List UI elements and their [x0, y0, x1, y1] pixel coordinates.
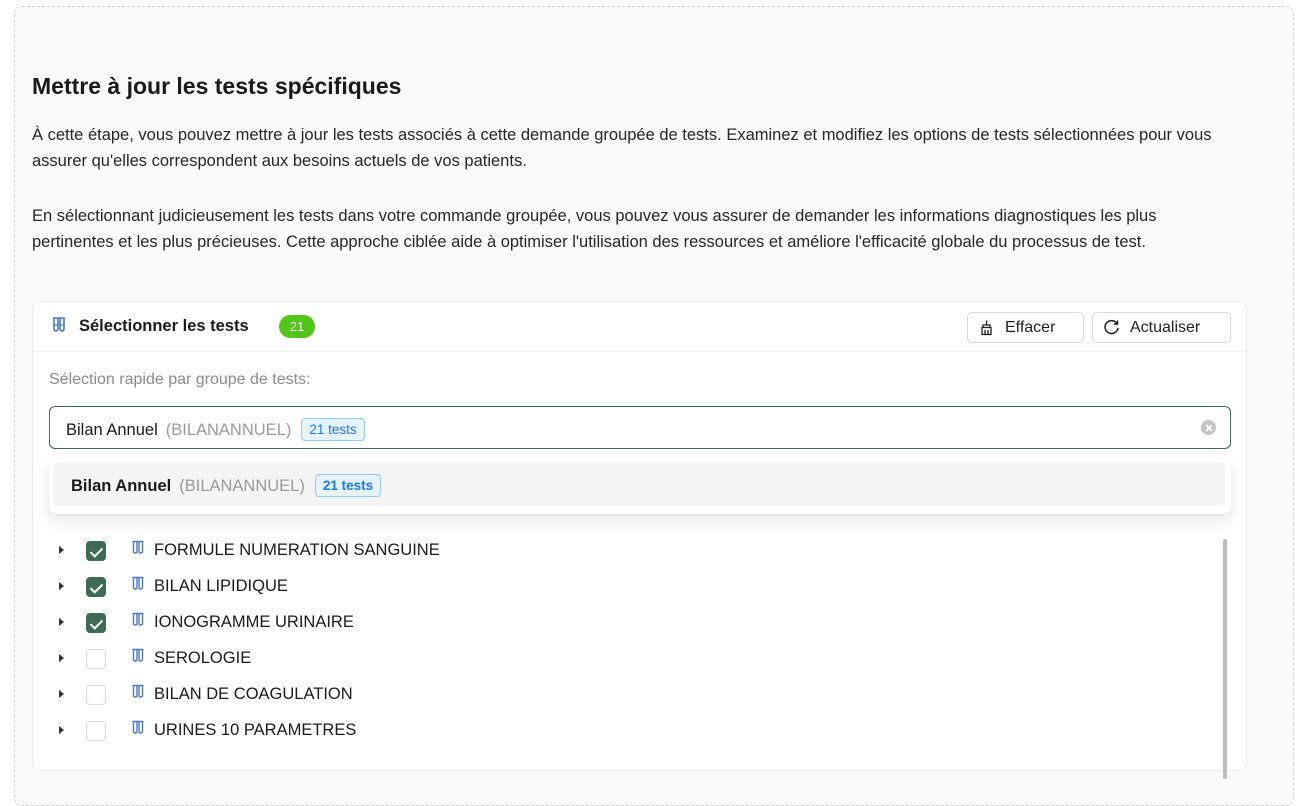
test-tubes-icon: [53, 317, 65, 332]
tree-row-label: BILAN DE COAGULATION: [154, 685, 353, 703]
tree-row[interactable]: SEROLOGIE: [33, 641, 1133, 677]
tree-checkbox[interactable]: [86, 649, 106, 669]
intro-paragraph-2: En sélectionnant judicieusement les test…: [32, 207, 1157, 251]
refresh-button-label: Actualiser: [1130, 319, 1201, 336]
clear-selection-icon[interactable]: [1201, 420, 1216, 435]
tree-checkbox[interactable]: [86, 721, 106, 741]
test-tubes-icon: [132, 612, 144, 626]
refresh-button[interactable]: Actualiser: [1092, 312, 1231, 343]
dropdown-option-tag: 21 tests: [314, 474, 382, 497]
test-tubes-icon: [132, 576, 144, 590]
selected-value: Bilan Annuel (BILANANNUEL) 21 tests: [66, 418, 365, 441]
expand-caret-icon[interactable]: [59, 582, 64, 590]
expand-caret-icon[interactable]: [59, 690, 64, 698]
dropdown-option-code: (BILANANNUEL): [179, 477, 305, 495]
selected-value-code: (BILANANNUEL): [165, 421, 292, 439]
dropdown-option[interactable]: Bilan Annuel (BILANANNUEL) 21 tests: [53, 462, 1225, 506]
tree-checkbox[interactable]: [86, 685, 106, 705]
reload-icon: [1104, 319, 1119, 335]
tree-row[interactable]: FORMULE NUMERATION SANGUINE: [33, 533, 1133, 569]
dropdown-option-name: Bilan Annuel: [71, 477, 172, 495]
tree-row[interactable]: IONOGRAMME URINAIRE: [33, 605, 1133, 641]
test-tubes-icon: [132, 648, 144, 662]
tree-scrollbar[interactable]: [1223, 539, 1227, 779]
tree-checkbox[interactable]: [86, 577, 106, 597]
clear-button[interactable]: Effacer: [967, 312, 1084, 343]
test-group-select[interactable]: Bilan Annuel (BILANANNUEL) 21 tests: [49, 406, 1231, 449]
tree-row-label: FORMULE NUMERATION SANGUINE: [154, 541, 440, 559]
expand-caret-icon[interactable]: [59, 546, 64, 554]
select-dropdown: Bilan Annuel (BILANANNUEL) 21 tests: [49, 458, 1231, 514]
tree-checkbox[interactable]: [86, 541, 106, 561]
test-selection-card: Sélectionner les tests 21 Effacer Actual…: [32, 301, 1247, 779]
tree-row[interactable]: URINES 10 PARAMETRES: [33, 713, 1133, 749]
tree-row-label: URINES 10 PARAMETRES: [154, 721, 357, 739]
test-tubes-icon: [132, 720, 144, 734]
expand-caret-icon[interactable]: [59, 726, 64, 734]
clear-button-label: Effacer: [1005, 319, 1056, 336]
selected-value-tag: 21 tests: [301, 418, 365, 441]
page-title: Mettre à jour les tests spécifiques: [32, 73, 402, 99]
expand-caret-icon[interactable]: [59, 618, 64, 626]
tree-row-label: SEROLOGIE: [154, 649, 252, 667]
test-count-badge: 21: [279, 315, 315, 338]
tree-row[interactable]: BILAN DE COAGULATION: [33, 677, 1133, 713]
tree-checkbox[interactable]: [86, 613, 106, 633]
selected-value-name: Bilan Annuel: [66, 421, 158, 439]
card-title: Sélectionner les tests: [79, 317, 249, 335]
dropdown-option-value: Bilan Annuel (BILANANNUEL) 21 tests: [71, 474, 382, 497]
test-tubes-icon: [132, 540, 144, 554]
tree-row-label: BILAN LIPIDIQUE: [154, 577, 288, 595]
tree-row-label: IONOGRAMME URINAIRE: [154, 613, 354, 631]
quick-select-label: Sélection rapide par groupe de tests:: [49, 371, 311, 388]
test-tubes-icon: [132, 684, 144, 698]
intro-paragraph-1: À cette étape, vous pouvez mettre à jour…: [32, 126, 1212, 170]
clear-icon: [981, 320, 992, 336]
expand-caret-icon[interactable]: [59, 654, 64, 662]
tree-row[interactable]: BILAN LIPIDIQUE: [33, 569, 1133, 605]
card-header: Sélectionner les tests 21 Effacer Actual…: [33, 302, 1246, 352]
